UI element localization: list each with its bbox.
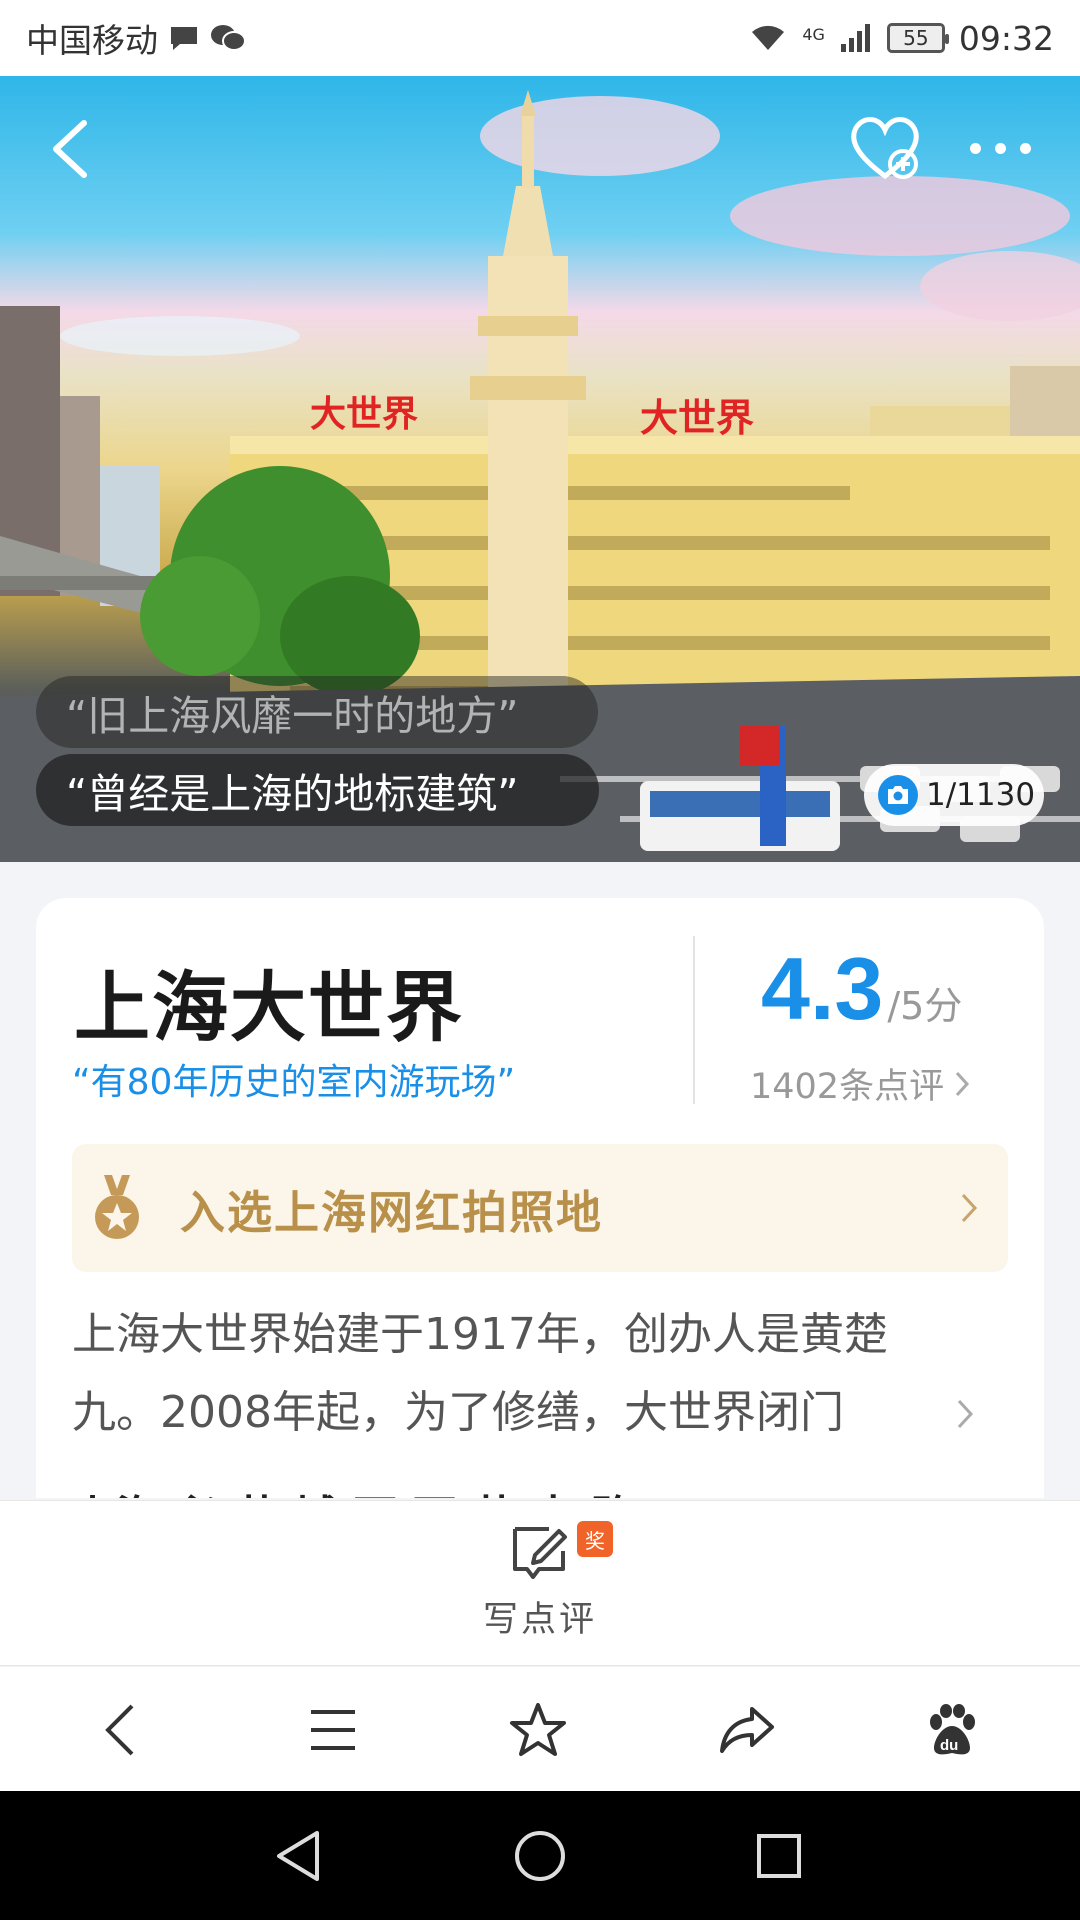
rating-value: 4.3 — [761, 939, 884, 1038]
reward-badge: 奖 — [577, 1521, 613, 1557]
rating-unit: /5分 — [887, 984, 963, 1028]
system-nav-bar — [0, 1791, 1080, 1920]
write-review-label: 写点评 — [482, 1600, 597, 1640]
sign-text-left: 大世界 — [310, 394, 418, 435]
carrier-group: 中国移动 — [26, 14, 246, 62]
carrier-name: 中国移动 — [26, 21, 158, 60]
network-type: 4G — [802, 24, 825, 44]
edit-review-icon — [513, 1527, 567, 1579]
baidu-icon[interactable]: du — [917, 1695, 987, 1765]
next-section-peek: 上海 必 营 城 西 西 营 去 路 口 — [72, 1473, 872, 1498]
next-section-text: 上海 必 营 城 西 西 营 去 路 口 — [72, 1481, 872, 1498]
wechat-icon — [211, 25, 246, 51]
hero-quote-1: “旧上海风靡一时的地方” — [36, 676, 598, 748]
wifi-icon — [752, 25, 785, 50]
review-count: 1402条点评 — [750, 1067, 945, 1107]
status-bar: 中国移动 4G 55 09:32 — [0, 0, 1080, 76]
write-review-button[interactable]: 奖 写点评 — [470, 1521, 613, 1651]
divider — [693, 936, 695, 1104]
nav-recents-icon[interactable] — [746, 1823, 812, 1889]
clock: 09:32 — [958, 18, 1054, 58]
menu-icon[interactable] — [298, 1695, 368, 1765]
back-button[interactable] — [40, 114, 100, 184]
medal-icon — [95, 1175, 139, 1239]
favorite-add-icon[interactable] — [845, 108, 925, 188]
svg-text:du: du — [940, 1737, 958, 1754]
review-count-link[interactable]: 1402条点评 — [750, 1058, 970, 1109]
attraction-tagline: “有80年历史的室内游玩场” — [72, 1062, 516, 1103]
star-icon[interactable] — [503, 1695, 573, 1765]
chevron-right-icon — [955, 1071, 970, 1096]
message-icon — [171, 27, 197, 50]
photo-counter[interactable]: 1/1130 — [864, 764, 1044, 826]
battery-level: 55 — [903, 26, 929, 50]
hero-quote-2: “曾经是上海的地标建筑” — [36, 754, 599, 826]
expand-chevron-icon[interactable] — [956, 1398, 974, 1430]
write-review-bar: 奖 写点评 — [0, 1500, 1080, 1666]
camera-icon — [878, 775, 918, 815]
more-options-icon[interactable] — [970, 126, 1060, 170]
attraction-info-card: 上海大世界 “有80年历史的室内游玩场” 4.3 /5分 1402条点评 入选上… — [36, 898, 1044, 1498]
award-text: 入选上海网红拍照地 — [180, 1185, 604, 1239]
photo-counter-text: 1/1130 — [926, 777, 1036, 813]
back-arrow-icon — [53, 120, 87, 178]
rating: 4.3 /5分 — [761, 938, 962, 1040]
award-banner[interactable]: 入选上海网红拍照地 — [72, 1144, 1008, 1272]
share-icon[interactable] — [712, 1695, 782, 1765]
attraction-description[interactable]: 上海大世界始建于1917年，创办人是黄楚九。2008年起，为了修缮，大世界闭门 — [72, 1296, 962, 1452]
back-icon[interactable] — [85, 1695, 155, 1765]
status-right: 4G 55 09:32 — [748, 19, 1054, 58]
attraction-name: 上海大世界 — [74, 963, 464, 1052]
sign-text-right: 大世界 — [640, 396, 754, 440]
nav-home-icon[interactable] — [507, 1823, 573, 1889]
nav-back-icon[interactable] — [265, 1823, 331, 1889]
battery-icon: 55 — [886, 23, 949, 53]
chevron-right-icon — [961, 1193, 978, 1223]
hero-photo[interactable]: 大世界 大世界 “旧上海风靡一时的地方” “曾经是上海的地标建筑” 1/1130 — [0, 76, 1080, 862]
browser-toolbar: du — [0, 1667, 1080, 1791]
signal-icon — [840, 24, 870, 52]
